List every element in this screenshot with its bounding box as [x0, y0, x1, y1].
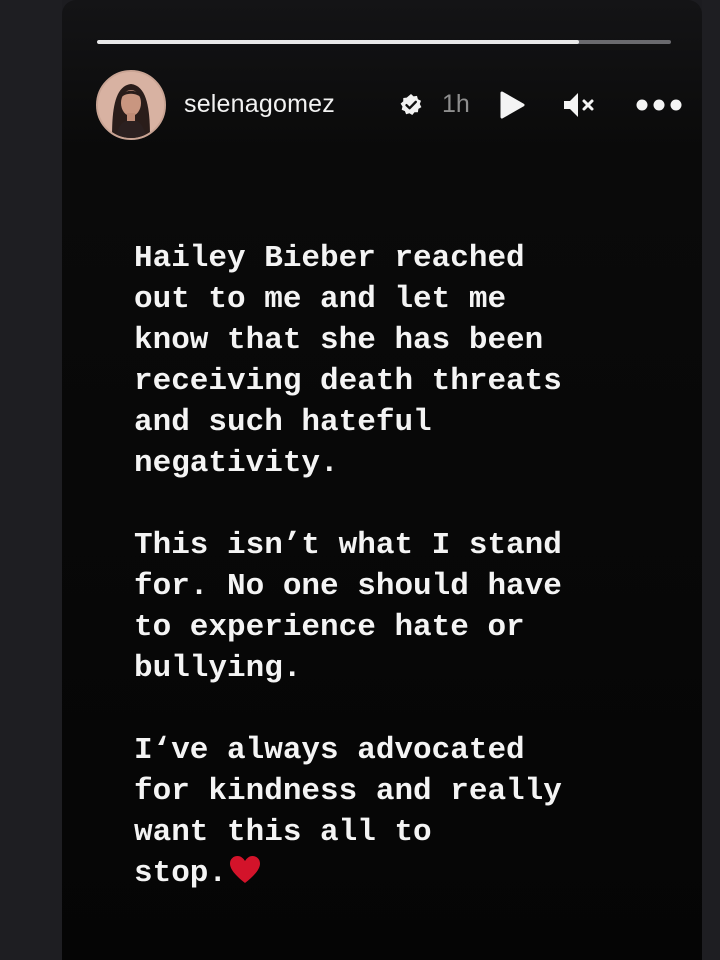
- muted-speaker-icon[interactable]: [562, 90, 598, 120]
- username[interactable]: selenagomez: [184, 90, 335, 119]
- story-progress-fill: [97, 40, 580, 44]
- story-timestamp: 1h: [442, 90, 470, 118]
- story-paragraph-2: This isn’t what I stand for. No one shou…: [134, 528, 562, 686]
- story-paragraph-1: Hailey Bieber reached out to me and let …: [134, 241, 562, 481]
- right-gutter: [702, 0, 720, 960]
- story-header: selenagomez 1h: [96, 70, 682, 140]
- page: selenagomez 1h Hailey Bieber reached out…: [0, 0, 720, 960]
- avatar[interactable]: [96, 70, 166, 140]
- left-gutter: [0, 0, 62, 960]
- story-paragraph-3: I‘ve always advocated for kindness and r…: [134, 730, 674, 894]
- verified-badge-icon: [400, 94, 422, 115]
- more-options-icon[interactable]: [634, 96, 684, 114]
- story-progress-bar: [97, 40, 671, 44]
- profile-photo-icon: [98, 72, 164, 138]
- heart-icon: [230, 856, 261, 883]
- story-paragraph-3-text: I‘ve always advocated for kindness and r…: [134, 733, 562, 891]
- play-icon[interactable]: [498, 90, 526, 120]
- story-viewer[interactable]: selenagomez 1h Hailey Bieber reached out…: [62, 0, 702, 960]
- story-text: Hailey Bieber reached out to me and let …: [134, 238, 674, 935]
